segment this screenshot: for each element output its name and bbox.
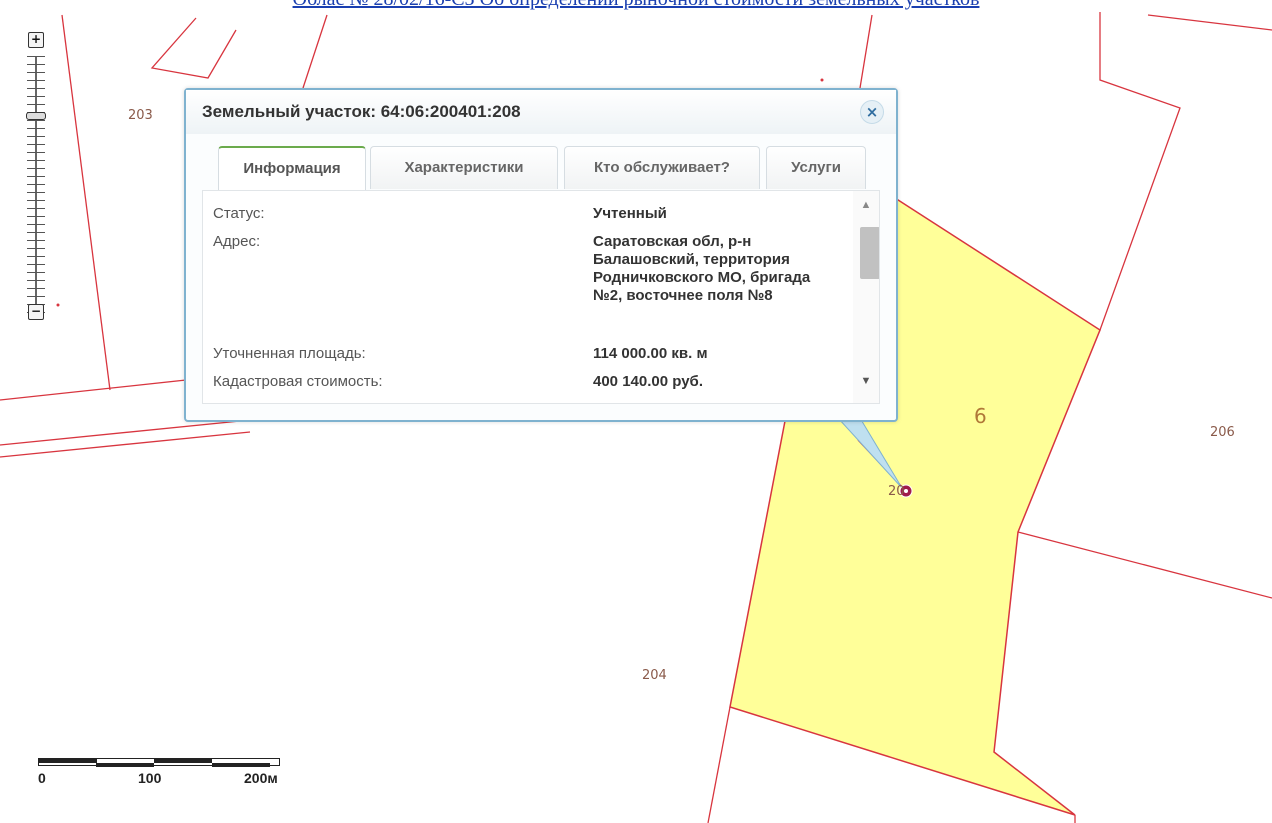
parcel-label-203: 203 <box>128 108 153 123</box>
row-label: Статус: <box>213 205 265 222</box>
zoom-ticks <box>27 56 45 320</box>
zoom-in-button[interactable]: + <box>28 32 44 48</box>
tab-who-serves[interactable]: Кто обслуживает? <box>564 146 760 189</box>
parcel-label-206: 206 <box>1210 425 1235 440</box>
scale-label-100: 100 <box>138 770 162 786</box>
row-value: Саратовская обл, р-н Балашовский, террит… <box>593 233 811 304</box>
parcel-label-partial: 20 <box>888 484 905 499</box>
popup-title: Земельный участок: 64:06:200401:208 <box>202 102 521 121</box>
scrollbar[interactable]: ▲ ▼ <box>853 191 879 403</box>
scale-bar: 0 100 200м <box>38 752 280 792</box>
tab-characteristics[interactable]: Характеристики <box>370 146 558 189</box>
row-label: Адрес: <box>213 233 261 250</box>
row-value: 400 140.00 руб. <box>593 373 703 390</box>
scroll-down-arrow-icon[interactable]: ▼ <box>853 371 879 391</box>
highlighted-parcel-number: 6 <box>974 404 987 428</box>
info-content[interactable]: Статус: Учтенный Адрес: Саратовская обл,… <box>202 190 880 404</box>
parcel-info-popup: Земельный участок: 64:06:200401:208 × Ин… <box>184 88 898 422</box>
row-label: Кадастровая стоимость: <box>213 373 383 390</box>
zoom-slider-handle[interactable] <box>26 112 46 120</box>
scale-label-200: 200м <box>244 770 278 786</box>
row-value: 114 000.00 кв. м <box>593 345 708 362</box>
row-value: Учтенный <box>593 205 667 222</box>
scroll-thumb[interactable] <box>860 227 879 279</box>
scroll-up-arrow-icon[interactable]: ▲ <box>853 195 879 215</box>
tab-services[interactable]: Услуги <box>766 146 866 189</box>
row-label: Уточненная площадь: <box>213 345 366 362</box>
parcel-label-204: 204 <box>642 668 667 683</box>
popup-header: Земельный участок: 64:06:200401:208 × <box>186 90 896 134</box>
tab-information[interactable]: Информация <box>218 146 366 192</box>
scale-label-0: 0 <box>38 770 46 786</box>
zoom-out-button[interactable]: − <box>28 304 44 320</box>
zoom-control[interactable]: + − <box>23 32 49 332</box>
close-button[interactable]: × <box>860 100 884 124</box>
